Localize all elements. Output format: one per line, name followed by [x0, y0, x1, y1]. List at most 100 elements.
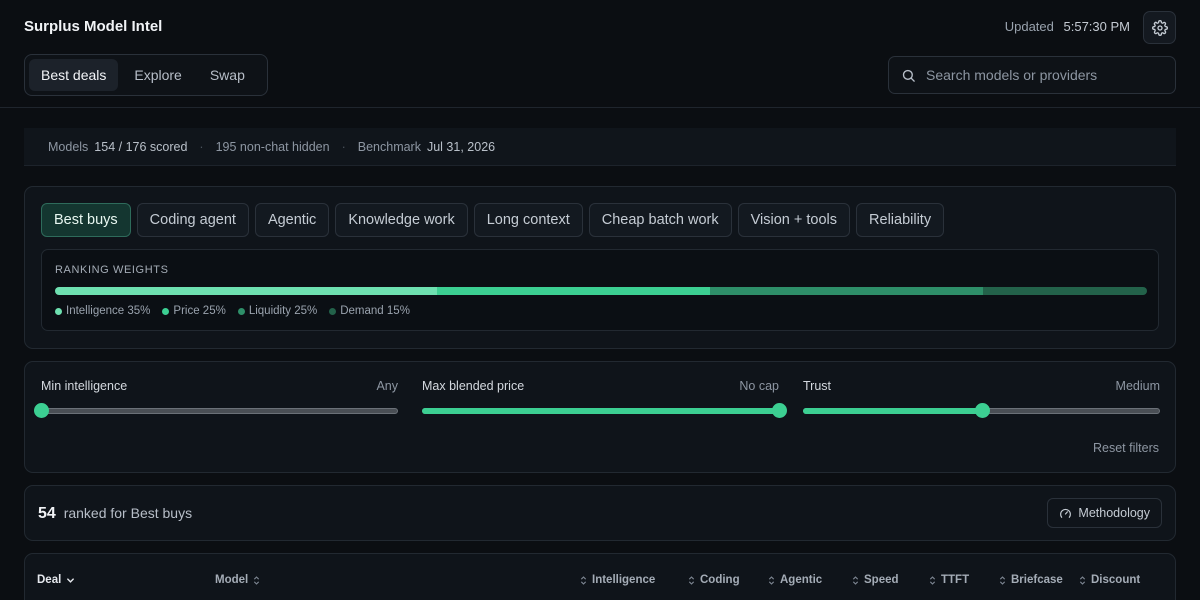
column-agentic[interactable]: Agentic [768, 574, 822, 586]
slider-track [41, 408, 398, 414]
methodology-button[interactable]: Methodology [1047, 498, 1162, 528]
separator-dot: · [341, 139, 346, 154]
weight-bar [55, 287, 1147, 295]
stats-bar: Models 154 / 176 scored · 195 non-chat h… [24, 128, 1176, 166]
results-number: 54 [38, 505, 56, 522]
weight-segment [983, 287, 1147, 295]
sort-icon [852, 575, 859, 585]
sort-icon [999, 575, 1006, 585]
tab-explore[interactable]: Explore [122, 59, 193, 91]
column-label: Briefcase [1011, 574, 1063, 586]
column-label: Deal [37, 574, 62, 586]
separator-dot: · [199, 139, 204, 154]
preset-coding-agent[interactable]: Coding agent [136, 203, 249, 237]
results-count: 54 ranked for Best buys [38, 505, 192, 523]
min-intelligence-slider[interactable] [34, 403, 398, 419]
ranking-weights: RANKING WEIGHTS Intelligence 35% Price 25… [41, 249, 1159, 331]
slider-fill [803, 408, 982, 414]
legend-item: Liquidity 25% [237, 305, 318, 317]
preset-best-buys[interactable]: Best buys [41, 203, 131, 237]
reset-filters-link[interactable]: Reset filters [1093, 441, 1159, 455]
column-coding[interactable]: Coding [688, 574, 740, 586]
filter-min-intelligence: Min intelligence Any [34, 379, 398, 419]
legend-label: Price 25% [173, 305, 226, 317]
column-label: TTFT [941, 574, 970, 586]
sort-icon [254, 575, 260, 585]
slider-fill [422, 408, 779, 414]
results-label: ranked for Best buys [63, 505, 193, 521]
column-deal[interactable]: Deal [37, 574, 75, 586]
trust-slider[interactable] [803, 403, 1160, 419]
column-briefcase[interactable]: Briefcase [999, 574, 1063, 586]
filter-value: Medium [1115, 379, 1160, 393]
deals-table: Deal Model Intelligence Coding Agentic S… [24, 553, 1176, 600]
results-header: 54 ranked for Best buys Methodology [24, 485, 1176, 541]
legend-dot [55, 307, 62, 315]
tab-swap[interactable]: Swap [198, 59, 257, 91]
weight-legend: Intelligence 35% Price 25% Liquidity 25% De… [55, 305, 410, 317]
tab-best-deals[interactable]: Best deals [29, 59, 119, 91]
weight-segment [55, 287, 438, 295]
sort-icon [1079, 575, 1086, 585]
preset-chips: Best buys Coding agent Agentic Knowledge… [41, 203, 945, 237]
column-label: Discount [1091, 574, 1141, 586]
gear-icon [1151, 19, 1168, 36]
app-header: Surplus Model Intel Updated 5:57:30 PM B… [0, 0, 1200, 108]
preset-agentic[interactable]: Agentic [254, 203, 330, 237]
chevron-down-icon [67, 577, 75, 583]
preset-cheap-batch-work[interactable]: Cheap batch work [588, 203, 732, 237]
column-label: Agentic [780, 574, 823, 586]
updated-label: Updated [1004, 19, 1054, 34]
slider-thumb[interactable] [34, 403, 49, 418]
column-discount[interactable]: Discount [1079, 574, 1140, 586]
weight-segment [710, 287, 984, 295]
column-ttft[interactable]: TTFT [929, 574, 969, 586]
preset-knowledge-work[interactable]: Knowledge work [335, 203, 468, 237]
filter-value: No cap [739, 379, 779, 393]
benchmark-date: Jul 31, 2026 [426, 139, 496, 154]
column-speed[interactable]: Speed [852, 574, 899, 586]
hidden-count: 195 non-chat hidden [215, 139, 330, 154]
legend-label: Demand 15% [340, 305, 410, 317]
column-model[interactable]: Model [215, 574, 260, 586]
sort-icon [688, 575, 695, 585]
search-icon [902, 69, 915, 82]
legend-dot [237, 307, 245, 315]
sort-icon [929, 575, 936, 585]
search-input[interactable] [926, 67, 1156, 83]
slider-thumb[interactable] [772, 403, 787, 418]
column-label: Model [215, 574, 249, 586]
legend-item: Intelligence 35% [55, 305, 150, 317]
weight-segment [437, 287, 711, 295]
preset-vision-tools[interactable]: Vision + tools [737, 203, 851, 237]
methodology-label: Methodology [1078, 506, 1150, 520]
filter-label: Min intelligence [41, 379, 128, 393]
preset-reliability[interactable]: Reliability [856, 203, 945, 237]
legend-dot [329, 307, 337, 315]
filters-panel: Min intelligence Any Max blended price N… [24, 361, 1176, 473]
column-label: Coding [700, 574, 740, 586]
legend-item: Demand 15% [329, 305, 410, 317]
main-nav-tabs: Best deals Explore Swap [24, 54, 268, 96]
column-label: Intelligence [592, 574, 656, 586]
filter-label: Trust [803, 379, 832, 393]
settings-button[interactable] [1143, 11, 1176, 44]
column-label: Speed [864, 574, 899, 586]
updated-time: 5:57:30 PM [1063, 19, 1131, 34]
preset-long-context[interactable]: Long context [473, 203, 583, 237]
weights-title: RANKING WEIGHTS [55, 264, 169, 276]
preset-panel: Best buys Coding agent Agentic Knowledge… [24, 186, 1176, 349]
models-label: Models [48, 139, 89, 154]
max-price-slider[interactable] [422, 403, 787, 419]
slider-thumb[interactable] [974, 403, 990, 418]
sort-icon [580, 575, 587, 585]
gauge-icon [1060, 508, 1072, 518]
legend-item: Price 25% [162, 305, 226, 317]
column-intelligence[interactable]: Intelligence [580, 574, 655, 586]
filter-label: Max blended price [422, 379, 525, 393]
filter-max-blended-price: Max blended price No cap [422, 379, 787, 419]
filter-value: Any [376, 379, 398, 393]
legend-label: Liquidity 25% [248, 305, 318, 317]
search-box [888, 56, 1176, 94]
legend-label: Intelligence 35% [66, 305, 151, 317]
